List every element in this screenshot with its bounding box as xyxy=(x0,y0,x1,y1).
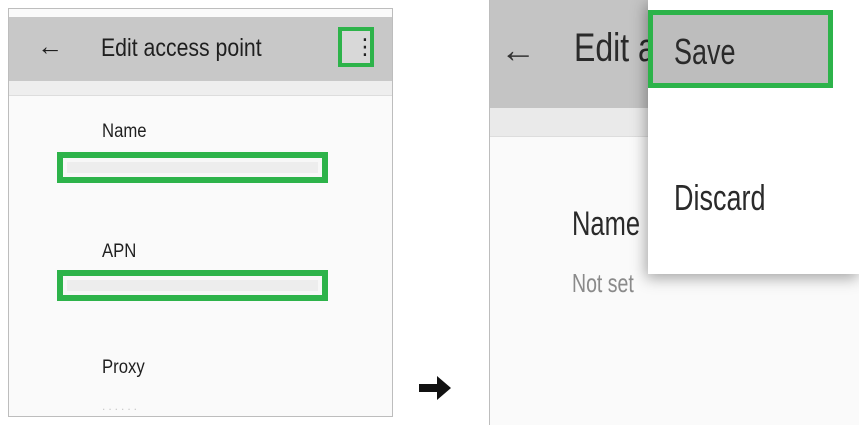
name-field[interactable] xyxy=(57,152,328,183)
toolbar-divider xyxy=(9,81,392,96)
name-label: Name xyxy=(572,205,641,243)
name-label: Name xyxy=(102,121,147,142)
clipped-proxy-value: ...... xyxy=(102,399,141,413)
app-toolbar: ← Edit access point ⋮ xyxy=(9,17,392,81)
overflow-menu: Save Discard xyxy=(648,0,859,274)
more-vert-icon: ⋮ xyxy=(354,34,376,59)
before-screenshot-panel: ← Edit access point ⋮ Name APN Proxy ...… xyxy=(8,8,393,417)
discard-menu-item[interactable]: Discard xyxy=(674,176,766,220)
clipped-status-strip xyxy=(9,9,392,17)
proxy-label: Proxy xyxy=(102,357,145,378)
arrow-back-icon[interactable]: ← xyxy=(500,30,536,70)
toolbar-title: Edit access point xyxy=(101,34,262,62)
more-vert-button[interactable]: ⋮ xyxy=(338,27,376,67)
apn-field[interactable] xyxy=(57,270,328,301)
arrow-back-icon[interactable]: ← xyxy=(37,31,63,61)
toolbar-title: Edit a xyxy=(574,26,656,70)
after-screenshot-panel: ← Edit a Name Not set Save Discard xyxy=(489,0,859,425)
name-value: Not set xyxy=(572,268,634,298)
right-arrow-icon xyxy=(419,376,451,400)
save-highlight-box xyxy=(648,10,833,88)
apn-label: APN xyxy=(102,241,137,262)
